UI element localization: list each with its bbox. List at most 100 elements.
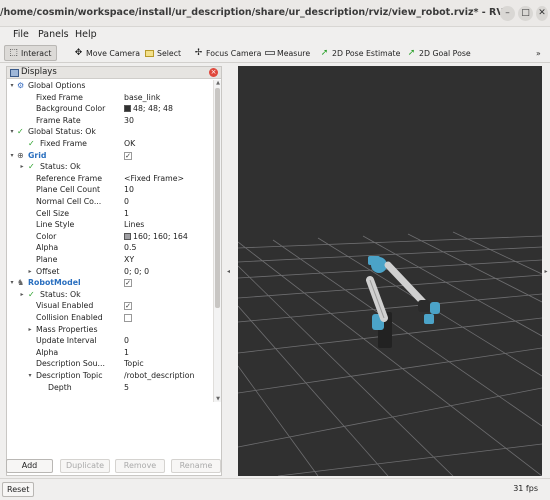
tree-row-frame-rate[interactable]: Frame Rate 30: [7, 115, 212, 127]
scrollbar-thumb[interactable]: [215, 88, 220, 308]
toolbar-overflow-button[interactable]: »: [533, 45, 544, 61]
green-arrow-icon: ➚: [320, 48, 329, 58]
tree-row-robot-status[interactable]: ▸ ✓ Status: Ok: [7, 289, 212, 301]
tree-value[interactable]: 48; 48; 48: [124, 103, 173, 115]
tree-row-fixed-frame-status[interactable]: ✓ Fixed Frame OK: [7, 138, 212, 150]
check-icon: ✓: [28, 139, 35, 148]
tree-row-description-source[interactable]: Description Sou... Topic: [7, 358, 212, 370]
tree-row-update-interval[interactable]: Update Interval 0: [7, 335, 212, 347]
tree-row-color[interactable]: Color 160; 160; 164: [7, 231, 212, 243]
expand-arrow-icon[interactable]: ▸: [19, 289, 25, 301]
tree-value[interactable]: Topic: [124, 358, 144, 370]
tree-value[interactable]: /robot_description: [124, 370, 194, 382]
move-camera-tool[interactable]: ✥ Move Camera: [70, 45, 143, 61]
robot-joint: [368, 256, 380, 265]
collision-enabled-checkbox[interactable]: [124, 314, 132, 322]
tree-key: Background Color: [36, 104, 106, 114]
tree-row-description-topic[interactable]: ▾ Description Topic /robot_description: [7, 370, 212, 382]
tree-key: Description Sou...: [36, 359, 105, 369]
tree-value-text: 160; 160; 164: [133, 231, 188, 241]
expand-arrow-icon[interactable]: ▾: [9, 150, 15, 162]
render-viewport[interactable]: [238, 66, 542, 476]
remove-button[interactable]: Remove: [115, 459, 165, 473]
tree-value[interactable]: 0; 0; 0: [124, 266, 149, 278]
tree-row-offset[interactable]: ▸ Offset 0; 0; 0: [7, 266, 212, 278]
reset-button[interactable]: Reset: [2, 482, 35, 497]
grid-icon: ⊕: [17, 150, 24, 160]
tree-row-global-options[interactable]: ▾ ⚙ Global Options: [7, 80, 212, 92]
tree-value[interactable]: 1: [124, 347, 129, 359]
tree-row-cell-size[interactable]: Cell Size 1: [7, 208, 212, 220]
tree-value[interactable]: 0.5: [124, 242, 136, 254]
menu-help[interactable]: Help: [75, 29, 97, 40]
minimize-button[interactable]: –: [500, 6, 515, 21]
collapse-right-icon[interactable]: ▸: [542, 268, 550, 275]
robot-forearm: [384, 261, 427, 306]
tree-row-plane[interactable]: Plane XY: [7, 254, 212, 266]
tree-key: Depth: [48, 382, 72, 392]
tree-row-visual-enabled[interactable]: Visual Enabled ✓: [7, 300, 212, 312]
status-bar: Reset 31 fps: [0, 478, 550, 500]
interact-tool[interactable]: ⬚ Interact: [4, 45, 57, 61]
tree-key: Alpha: [36, 243, 59, 253]
tree-key: Cell Size: [36, 208, 70, 218]
tree-key: Reference Frame: [36, 173, 103, 183]
close-panel-icon[interactable]: ×: [209, 68, 218, 77]
tree-row-grid[interactable]: ▾ ⊕ Grid ✓: [7, 150, 212, 162]
tree-value[interactable]: 0: [124, 196, 129, 208]
tree-scrollbar[interactable]: ▲ ▼: [213, 80, 221, 402]
expand-arrow-icon[interactable]: ▾: [9, 80, 15, 92]
tree-row-fixed-frame[interactable]: Fixed Frame base_link: [7, 92, 212, 104]
scroll-down-icon[interactable]: ▼: [214, 396, 222, 402]
add-button[interactable]: Add: [6, 459, 53, 473]
duplicate-button[interactable]: Duplicate: [60, 459, 110, 473]
tree-value[interactable]: base_link: [124, 92, 160, 104]
tree-value[interactable]: <Fixed Frame>: [124, 173, 184, 185]
fps-counter: 31 fps: [513, 484, 538, 493]
select-tool[interactable]: Select: [141, 45, 184, 61]
tree-value[interactable]: 0: [124, 335, 129, 347]
robot-joint: [430, 302, 440, 314]
tree-row-global-status[interactable]: ▾ ✓ Global Status: Ok: [7, 126, 212, 138]
tree-row-reference-frame[interactable]: Reference Frame <Fixed Frame>: [7, 173, 212, 185]
collapse-left-icon[interactable]: ◂: [227, 268, 230, 275]
expand-arrow-icon[interactable]: ▾: [9, 277, 15, 289]
tree-key: Grid: [28, 150, 47, 160]
close-button[interactable]: ✕: [536, 6, 548, 21]
robot-model-enabled-checkbox[interactable]: ✓: [124, 279, 132, 288]
expand-arrow-icon[interactable]: ▾: [9, 126, 15, 138]
menu-panels[interactable]: Panels: [38, 29, 69, 40]
pose-estimate-tool[interactable]: ➚ 2D Pose Estimate: [316, 45, 403, 61]
expand-arrow-icon[interactable]: ▾: [27, 370, 33, 382]
tree-value[interactable]: 5: [124, 382, 129, 394]
tree-row-alpha[interactable]: Alpha 0.5: [7, 242, 212, 254]
tree-row-collision-enabled[interactable]: Collision Enabled: [7, 312, 212, 324]
expand-arrow-icon[interactable]: ▸: [27, 266, 33, 278]
visual-enabled-checkbox[interactable]: ✓: [124, 302, 132, 311]
tree-value[interactable]: XY: [124, 254, 134, 266]
tree-value[interactable]: 10: [124, 184, 134, 196]
tree-row-robot-model[interactable]: ▾ ♞ RobotModel ✓: [7, 277, 212, 289]
expand-arrow-icon[interactable]: ▸: [27, 324, 33, 336]
tree-value[interactable]: 30: [124, 115, 134, 127]
maximize-button[interactable]: □: [518, 6, 533, 21]
tree-row-grid-status[interactable]: ▸ ✓ Status: Ok: [7, 161, 212, 173]
tree-value[interactable]: 1: [124, 208, 129, 220]
tree-row-depth[interactable]: Depth 5: [7, 382, 212, 394]
focus-camera-tool[interactable]: ✢ Focus Camera: [190, 45, 264, 61]
tree-row-background-color[interactable]: Background Color 48; 48; 48: [7, 103, 212, 115]
tree-row-normal-cell-count[interactable]: Normal Cell Co... 0: [7, 196, 212, 208]
grid-enabled-checkbox[interactable]: ✓: [124, 151, 132, 160]
menu-file[interactable]: File: [13, 29, 29, 40]
measure-tool[interactable]: Measure: [261, 45, 313, 61]
rename-button[interactable]: Rename: [171, 459, 221, 473]
tree-row-mass-properties[interactable]: ▸ Mass Properties: [7, 324, 212, 336]
expand-arrow-icon[interactable]: ▸: [19, 161, 25, 173]
tree-value[interactable]: 160; 160; 164: [124, 231, 188, 243]
tree-row-robot-alpha[interactable]: Alpha 1: [7, 347, 212, 359]
tree-value[interactable]: Lines: [124, 219, 144, 231]
tree-row-line-style[interactable]: Line Style Lines: [7, 219, 212, 231]
tree-row-plane-cell-count[interactable]: Plane Cell Count 10: [7, 184, 212, 196]
goal-pose-tool[interactable]: ➚ 2D Goal Pose: [403, 45, 474, 61]
scroll-up-icon[interactable]: ▲: [214, 80, 222, 86]
